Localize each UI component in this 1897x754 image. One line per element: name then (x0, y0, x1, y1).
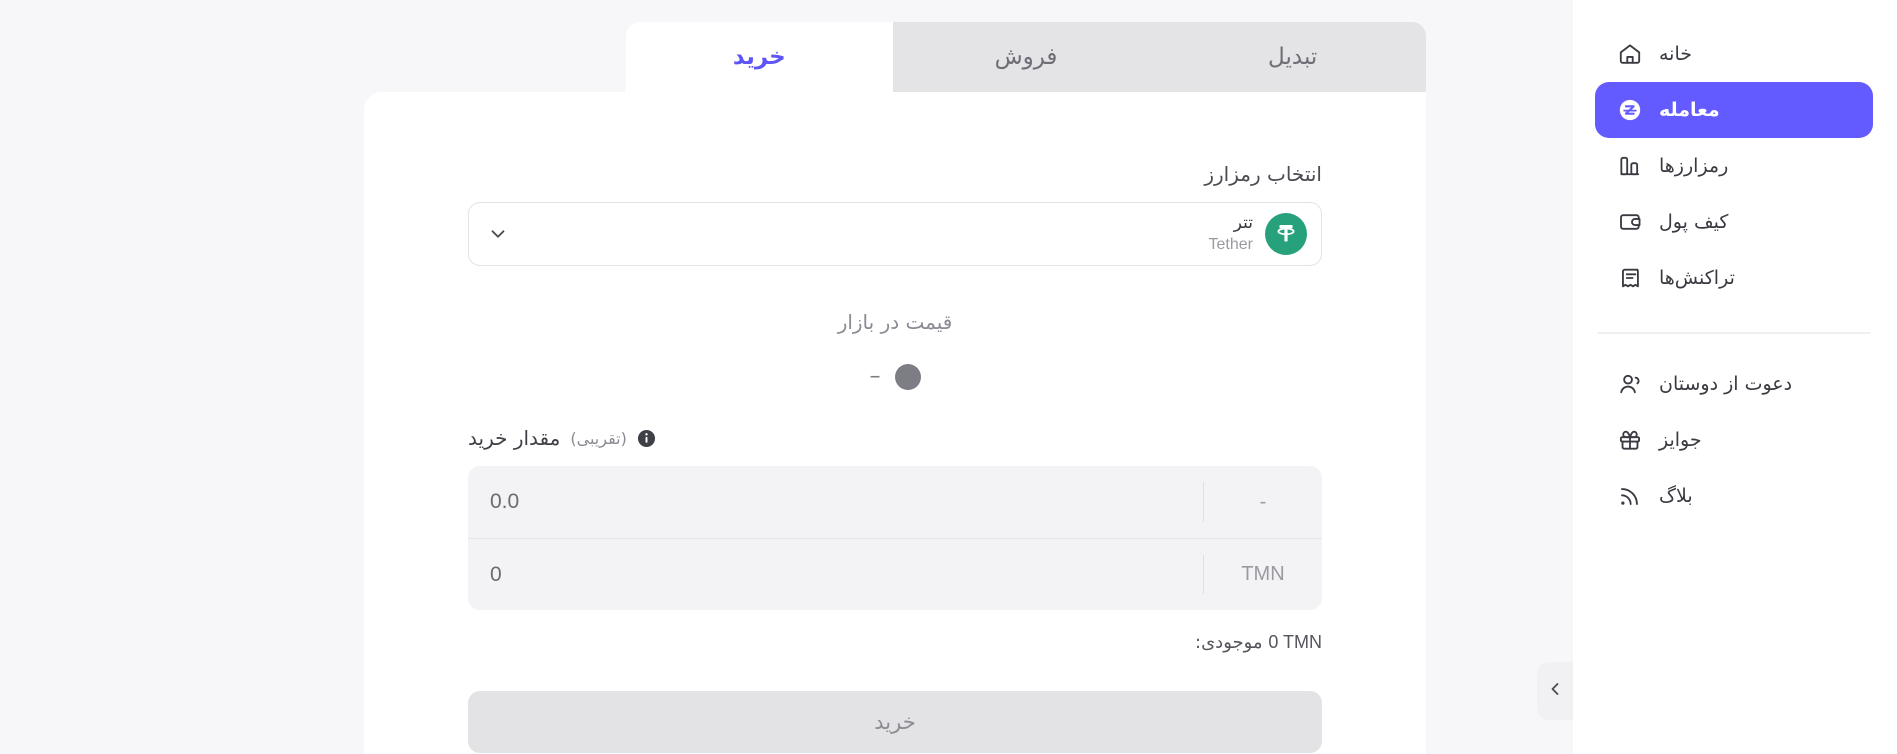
gift-icon (1615, 425, 1645, 455)
buy-submit-button[interactable]: خرید (468, 691, 1322, 753)
market-price-label: قیمت در بازار (837, 310, 953, 334)
sidebar-item-invite-friends-label: دعوت از دوستان (1659, 372, 1793, 395)
receipt-icon (1615, 263, 1645, 293)
sidebar-item-rewards[interactable]: جوایز (1595, 412, 1873, 468)
trade-card-body: انتخاب رمزارز تتر Tether قیمت در بازار –… (364, 92, 1426, 754)
coin-select[interactable]: تتر Tether (468, 202, 1322, 266)
trade-tabs: تبدیل فروش خرید (624, 22, 1426, 98)
tab-sell[interactable]: فروش (892, 22, 1160, 92)
sidebar-item-trade[interactable]: معامله (1595, 82, 1873, 138)
trade-icon (1615, 95, 1645, 125)
coin-name-fa: تتر (1233, 213, 1253, 234)
wallet-icon (1615, 207, 1645, 237)
toman-amount-input[interactable]: 0 (468, 539, 1203, 610)
coin-select-label: انتخاب رمزارز (1204, 162, 1322, 186)
price-loading-dot (894, 364, 921, 390)
sidebar-item-cryptos-label: رمزارزها (1659, 154, 1729, 177)
amount-label-note: (تقریبی) (570, 428, 627, 448)
amount-label-row: مقدار خرید (تقریبی) (468, 426, 1322, 450)
tab-sell-label: فروش (994, 44, 1058, 70)
sidebar-item-rewards-label: جوایز (1659, 428, 1702, 451)
app-root: انتخاب رمزارز تتر Tether قیمت در بازار –… (0, 0, 1897, 754)
chevron-left-icon (1545, 679, 1565, 703)
sidebar: خانه معامله (1573, 0, 1897, 754)
users-icon (1615, 369, 1645, 399)
sidebar-item-transactions[interactable]: تراکنش‌ها (1595, 250, 1873, 306)
sidebar-item-home-label: خانه (1659, 42, 1693, 65)
tab-convert-label: تبدیل (1268, 44, 1318, 70)
selected-coin: تتر Tether (1209, 213, 1307, 255)
sidebar-item-home[interactable]: خانه (1595, 26, 1873, 82)
sidebar-secondary-group: دعوت از دوستان جوایز بلاگ (1595, 356, 1873, 524)
sidebar-item-trade-label: معامله (1659, 98, 1720, 121)
home-icon (1615, 39, 1645, 69)
sidebar-primary-group: خانه معامله (1595, 26, 1873, 306)
amount-label: مقدار خرید (468, 426, 561, 450)
sidebar-top-spacer (1595, 14, 1873, 26)
info-icon[interactable] (637, 429, 656, 448)
unit-separator (1203, 555, 1204, 594)
market-price-value: – (869, 364, 881, 389)
market-price-row: – (468, 364, 1322, 390)
sidebar-item-transactions-label: تراکنش‌ها (1659, 266, 1735, 289)
balance-row: 0 TMN موجودی: (468, 632, 1322, 653)
crypto-amount-input[interactable]: 0.0 (468, 466, 1203, 538)
sidebar-item-blog-label: بلاگ (1659, 484, 1693, 507)
balance-label: موجودی: (1195, 632, 1263, 653)
sidebar-item-wallet-label: کیف پول (1659, 210, 1729, 233)
chevron-down-icon[interactable] (487, 223, 509, 245)
balance-value: 0 TMN (1268, 632, 1322, 652)
bar-chart-icon (1615, 151, 1645, 181)
sidebar-item-invite-friends[interactable]: دعوت از دوستان (1595, 356, 1873, 412)
coin-names: تتر Tether (1209, 213, 1253, 254)
sidebar-divider (1597, 332, 1871, 334)
coin-name-en: Tether (1208, 235, 1253, 253)
rss-icon (1615, 481, 1645, 511)
toman-unit-label: TMN (1241, 563, 1285, 585)
sidebar-item-blog[interactable]: بلاگ (1595, 468, 1873, 524)
sidebar-collapse-button[interactable] (1537, 662, 1573, 720)
amount-row-crypto: - 0.0 (468, 466, 1322, 538)
unit-separator (1203, 482, 1204, 522)
tab-convert[interactable]: تبدیل (1159, 22, 1426, 92)
sidebar-item-cryptos[interactable]: رمزارزها (1595, 138, 1873, 194)
tab-buy[interactable]: خرید (624, 22, 893, 98)
amount-input-group: - 0.0 TMN 0 (468, 466, 1322, 610)
tether-logo-icon (1265, 213, 1307, 255)
tab-buy-label: خرید (732, 44, 786, 70)
crypto-unit-label: - (1259, 490, 1267, 513)
sidebar-item-wallet[interactable]: کیف پول (1595, 194, 1873, 250)
trade-card: انتخاب رمزارز تتر Tether قیمت در بازار –… (364, 92, 1426, 754)
amount-row-toman: TMN 0 (468, 538, 1322, 610)
